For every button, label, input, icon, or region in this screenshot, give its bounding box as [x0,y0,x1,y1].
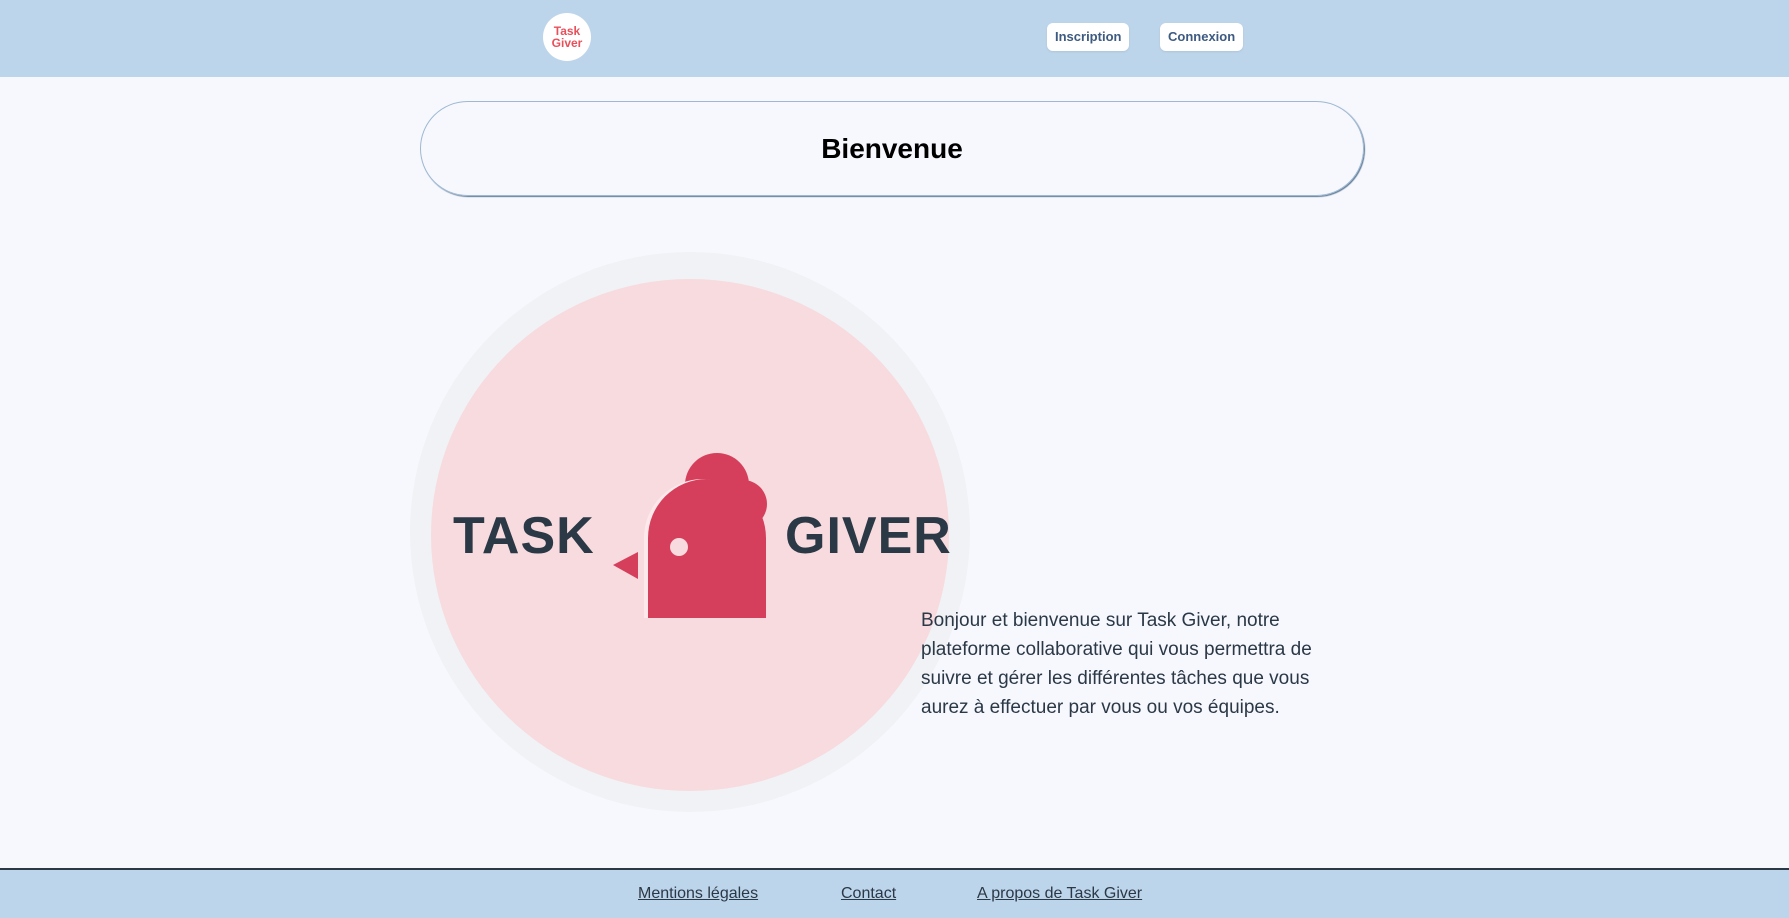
signup-button[interactable]: Inscription [1047,23,1130,51]
header-logo[interactable]: Task Giver [543,13,591,61]
footer-link-contact[interactable]: Contact [841,885,896,903]
welcome-banner: Bienvenue [420,101,1364,196]
footer-link-legal[interactable]: Mentions légales [638,885,758,903]
intro-text: Bonjour et bienvenue sur Task Giver, not… [921,610,1312,718]
rooster-icon [613,453,767,618]
footer: Mentions légales Contact A propos de Tas… [0,868,1789,918]
page-title: Bienvenue [821,132,963,164]
brand-logo-word-giver: GIVER [785,507,952,565]
login-button[interactable]: Connexion [1160,23,1244,51]
top-header: Task Giver Inscription Connexion [0,0,1789,77]
brand-logo-word-task: TASK [453,507,595,565]
footer-link-about[interactable]: A propos de Task Giver [977,885,1142,903]
header-logo-line2: Giver [551,36,583,50]
